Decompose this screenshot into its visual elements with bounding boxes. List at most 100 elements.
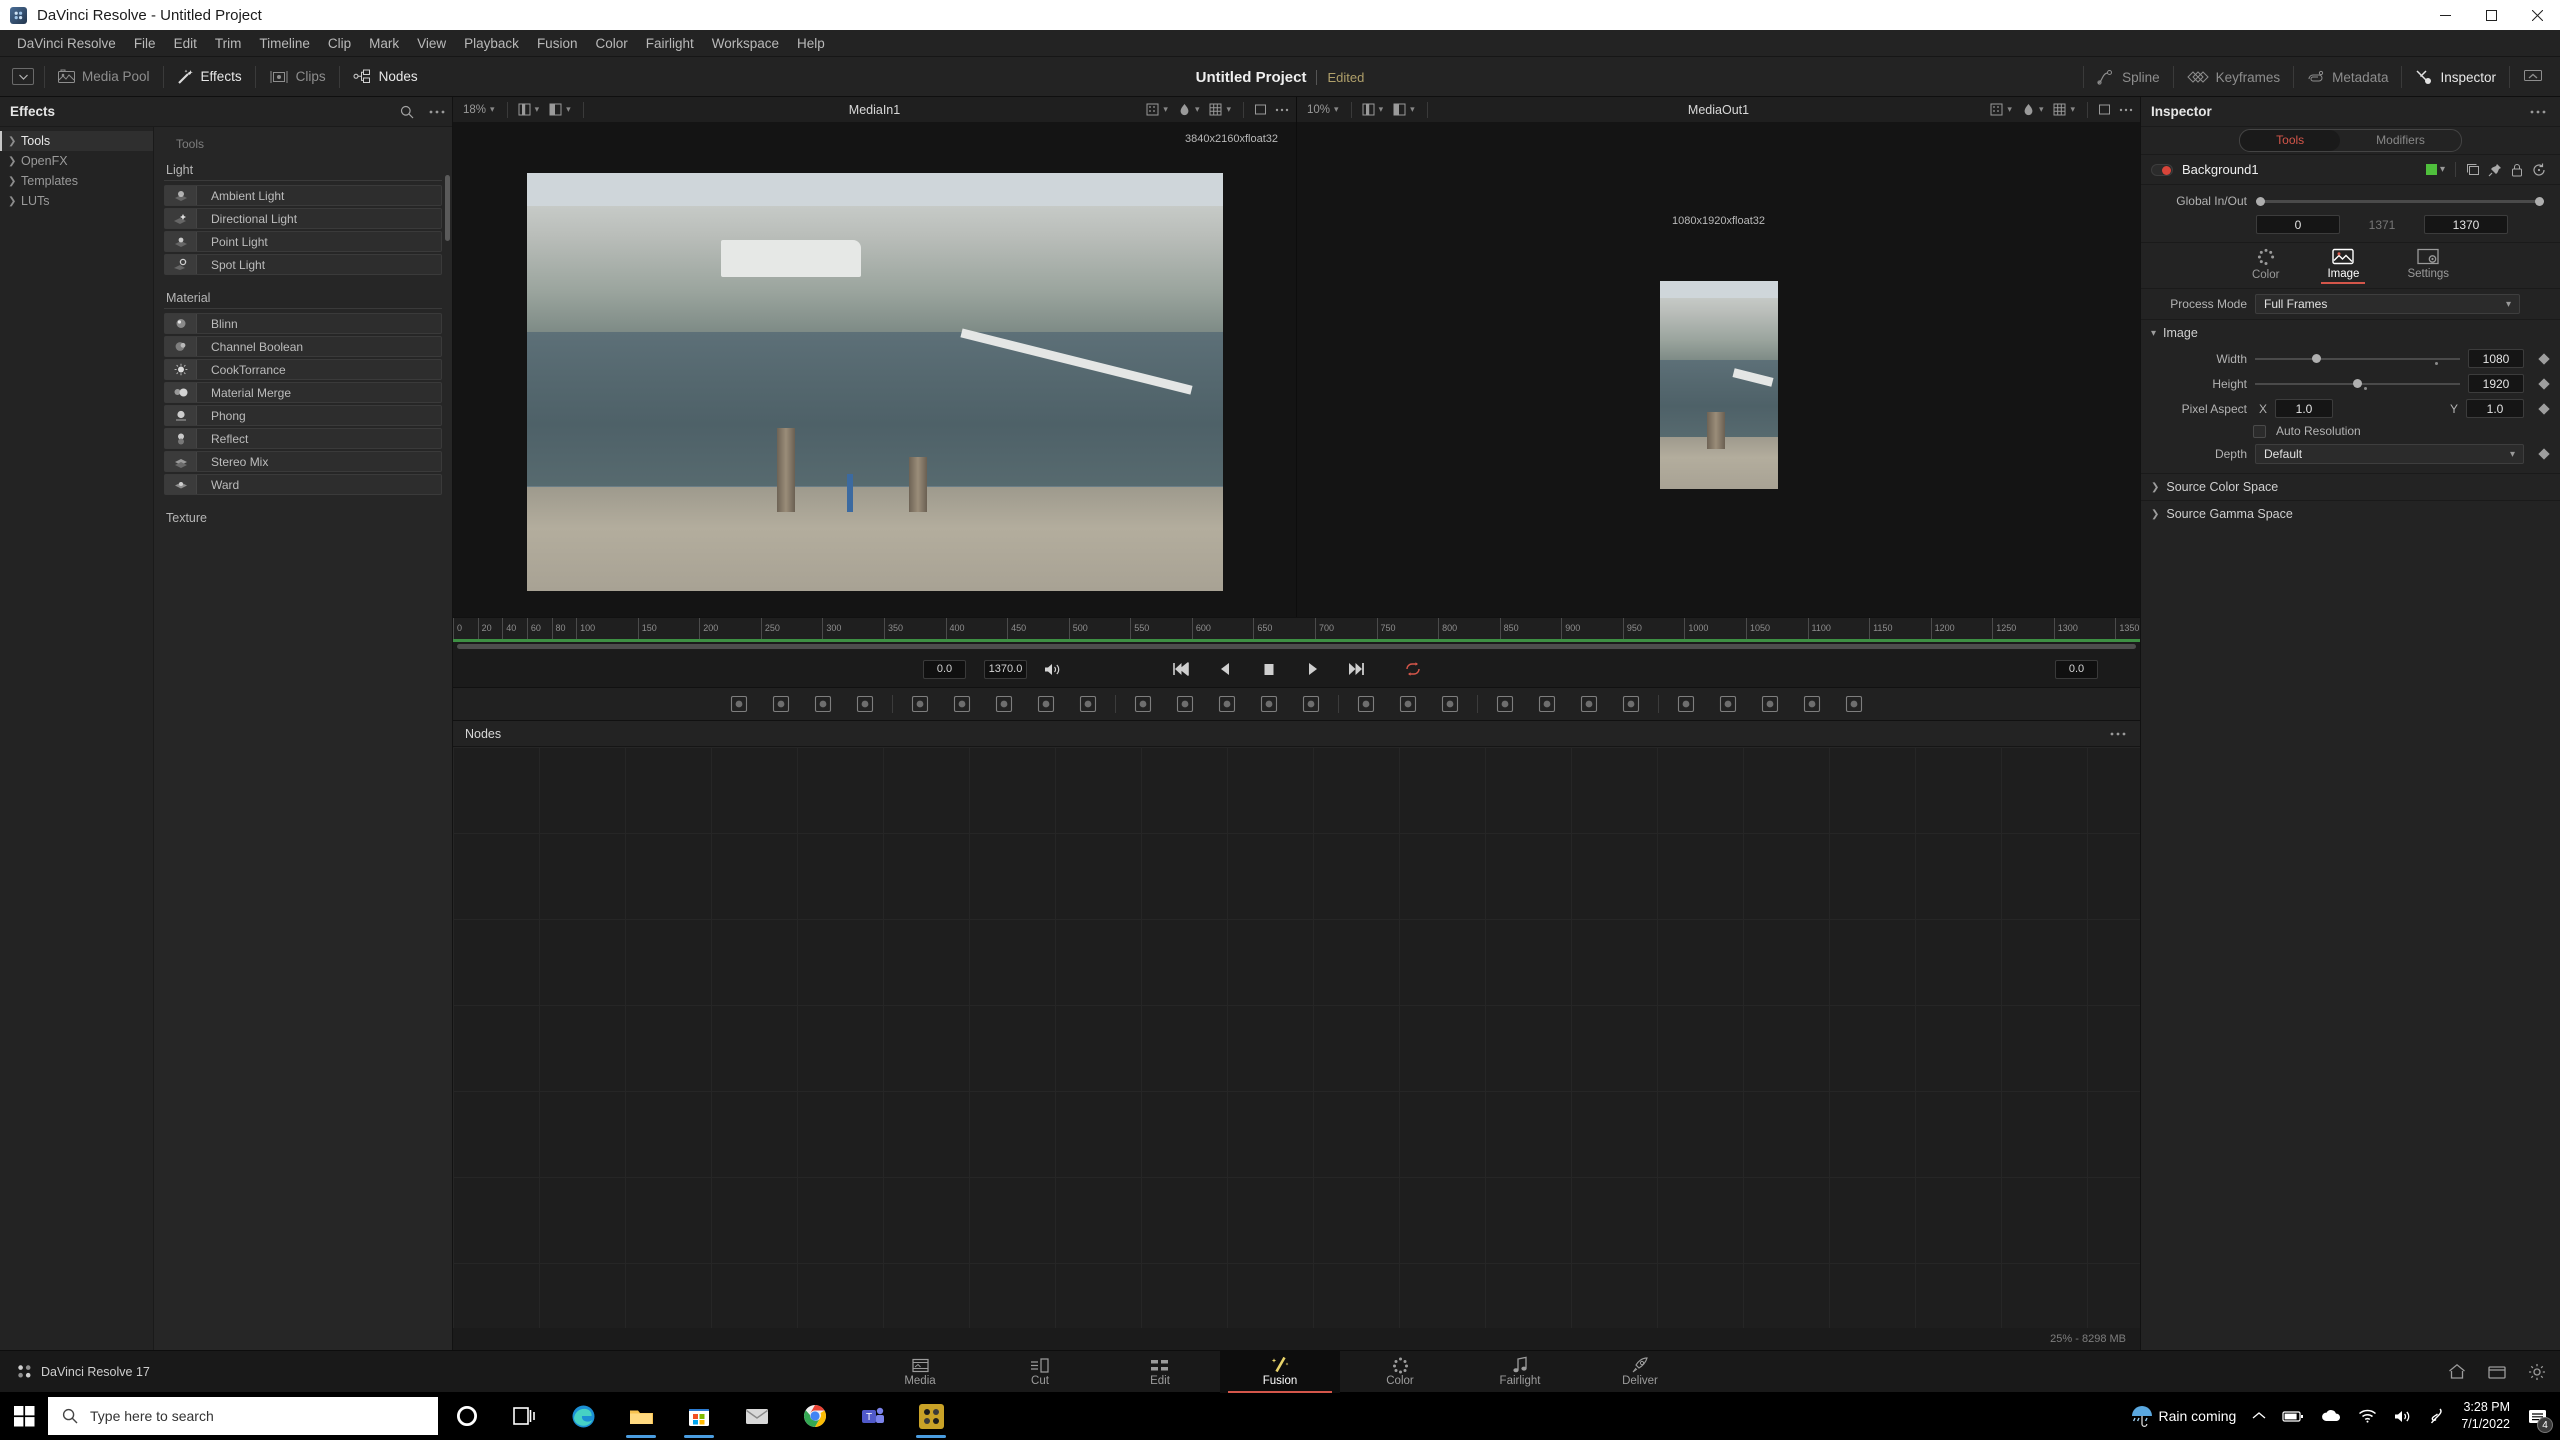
tab-modifiers[interactable]: Modifiers <box>2340 130 2461 151</box>
brightness-contrast-icon[interactable] <box>1025 687 1067 721</box>
menu-item-davinci-resolve[interactable]: DaVinci Resolve <box>8 30 125 57</box>
global-in-out-slider[interactable] <box>2256 196 2544 206</box>
menu-item-fusion[interactable]: Fusion <box>528 30 587 57</box>
dissolve-icon[interactable] <box>1164 687 1206 721</box>
toolbar-effects[interactable]: Effects <box>164 57 255 97</box>
taskbar-task-view-icon[interactable] <box>496 1392 554 1440</box>
chevron-down-icon[interactable]: ▾ <box>2440 164 2445 175</box>
effects-item-cooktorrance[interactable]: CookTorrance <box>164 359 442 380</box>
channel-boolean-icon[interactable] <box>1206 687 1248 721</box>
3d-camera-icon[interactable] <box>1749 687 1791 721</box>
taskbar-chrome-icon[interactable] <box>786 1392 844 1440</box>
transform-icon[interactable] <box>1248 687 1290 721</box>
image-section-header[interactable]: ▾ Image <box>2141 319 2560 346</box>
3d-merge-icon[interactable] <box>1707 687 1749 721</box>
effects-item-list[interactable]: Tools Light Ambient Light Directional Li… <box>154 127 452 1350</box>
home-icon[interactable] <box>2448 1363 2466 1380</box>
timeline-scrollbar-thumb[interactable] <box>457 644 2136 649</box>
color-picker-icon[interactable] <box>1174 100 1195 119</box>
onedrive-icon[interactable] <box>2312 1392 2350 1440</box>
effects-item-blinn[interactable]: Blinn <box>164 313 442 334</box>
height-keyframe-icon[interactable] <box>2538 377 2550 390</box>
volume-icon[interactable] <box>2385 1392 2420 1440</box>
effects-more-options-icon[interactable] <box>422 97 452 127</box>
chevron-down-icon[interactable]: ▾ <box>1226 104 1231 115</box>
global-out-field[interactable]: 1370 <box>2424 215 2508 234</box>
merge-icon[interactable] <box>1122 687 1164 721</box>
effects-item-point-light[interactable]: Point Light <box>164 231 442 252</box>
wifi-icon[interactable] <box>2350 1392 2385 1440</box>
close-button[interactable] <box>2514 0 2560 30</box>
chevron-down-icon[interactable]: ▾ <box>1163 104 1168 115</box>
width-field[interactable]: 1080 <box>2468 349 2524 368</box>
stop-icon[interactable] <box>1258 658 1280 680</box>
page-button-deliver[interactable]: Deliver <box>1580 1351 1700 1393</box>
effects-item-material-merge[interactable]: Material Merge <box>164 382 442 403</box>
frame-icon[interactable] <box>1250 100 1271 119</box>
pixel-aspect-keyframe-icon[interactable] <box>2538 402 2550 415</box>
text-icon[interactable] <box>802 687 844 721</box>
taskbar-search-input[interactable]: Type here to search <box>48 1397 438 1435</box>
height-field[interactable]: 1920 <box>2468 374 2524 393</box>
effects-item-stereo-mix[interactable]: Stereo Mix <box>164 451 442 472</box>
blur-icon[interactable] <box>899 687 941 721</box>
effects-category-luts[interactable]: ❯ LUTs <box>0 191 153 211</box>
skip-to-end-icon[interactable] <box>1346 658 1368 680</box>
3d-shape-icon[interactable] <box>1833 687 1875 721</box>
background-icon[interactable] <box>718 687 760 721</box>
pin-icon[interactable] <box>2484 159 2506 181</box>
planar-tracker-icon[interactable] <box>1526 687 1568 721</box>
pixel-aspect-x-field[interactable]: 1.0 <box>2275 399 2334 418</box>
color-picker-icon[interactable] <box>2018 100 2039 119</box>
global-out-knob[interactable] <box>2535 196 2544 206</box>
menu-item-workspace[interactable]: Workspace <box>703 30 788 57</box>
weather-widget[interactable]: Rain coming <box>2121 1392 2245 1440</box>
taskbar-microsoft-store-icon[interactable] <box>670 1392 728 1440</box>
viewer-2-more-options-icon[interactable] <box>2115 100 2136 119</box>
menu-item-file[interactable]: File <box>125 30 165 57</box>
battery-icon[interactable] <box>2274 1392 2312 1440</box>
effects-category-openfx[interactable]: ❯ OpenFX <box>0 151 153 171</box>
param-tab-image[interactable]: Image <box>2321 247 2366 284</box>
effects-item-spot-light[interactable]: Spot Light <box>164 254 442 275</box>
node-enable-toggle[interactable] <box>2151 163 2173 176</box>
effects-item-ward[interactable]: Ward <box>164 474 442 495</box>
particle-render-icon[interactable] <box>1665 687 1707 721</box>
camera-shake-icon[interactable] <box>1568 687 1610 721</box>
toolbar-keyframes[interactable]: Keyframes <box>2174 57 2294 97</box>
param-tab-settings[interactable]: Settings <box>2401 247 2455 284</box>
depth-select[interactable]: Default ▾ <box>2255 444 2524 464</box>
process-mode-select[interactable]: Full Frames ▾ <box>2255 294 2520 314</box>
menu-item-mark[interactable]: Mark <box>360 30 408 57</box>
effects-item-reflect[interactable]: Reflect <box>164 428 442 449</box>
effects-item-phong[interactable]: Phong <box>164 405 442 426</box>
height-slider-knob[interactable] <box>2353 378 2363 388</box>
source-color-space-section[interactable]: ❯ Source Color Space <box>2141 473 2560 500</box>
color-curves-icon[interactable] <box>941 687 983 721</box>
taskbar-edge-icon[interactable] <box>554 1392 612 1440</box>
inspector-more-options-icon[interactable] <box>2530 110 2546 114</box>
menu-item-playback[interactable]: Playback <box>455 30 528 57</box>
source-gamma-space-section[interactable]: ❯ Source Gamma Space <box>2141 500 2560 527</box>
auto-resolution-checkbox[interactable] <box>2253 424 2266 438</box>
menu-item-fairlight[interactable]: Fairlight <box>637 30 703 57</box>
chevron-down-icon[interactable]: ▾ <box>2070 104 2075 115</box>
pen-icon[interactable] <box>2420 1392 2451 1440</box>
ellipse-mask-icon[interactable] <box>1387 687 1429 721</box>
tab-tools[interactable]: Tools <box>2240 130 2341 151</box>
step-back-icon[interactable] <box>1214 658 1236 680</box>
frame-icon[interactable] <box>2094 100 2115 119</box>
timeline-current-field[interactable]: 0.0 <box>2055 659 2098 679</box>
menu-item-timeline[interactable]: Timeline <box>250 30 319 57</box>
effects-category-templates[interactable]: ❯ Templates <box>0 171 153 191</box>
color-corrector-icon[interactable] <box>1067 687 1109 721</box>
paint-icon[interactable] <box>844 687 886 721</box>
particle-emitter-icon[interactable] <box>1610 687 1652 721</box>
toolbar-media-pool[interactable]: Media Pool <box>45 57 163 97</box>
timeline-ruler[interactable]: 0 20 40 60 80 100 150 200 250 300 350 400 450 500 550 6… <box>453 617 2140 639</box>
viewer-1-more-options-icon[interactable] <box>1271 100 1292 119</box>
project-manager-icon[interactable] <box>2488 1364 2506 1380</box>
page-button-fairlight[interactable]: Fairlight <box>1460 1351 1580 1393</box>
effects-item-ambient-light[interactable]: Ambient Light <box>164 185 442 206</box>
page-button-edit[interactable]: Edit <box>1100 1351 1220 1393</box>
